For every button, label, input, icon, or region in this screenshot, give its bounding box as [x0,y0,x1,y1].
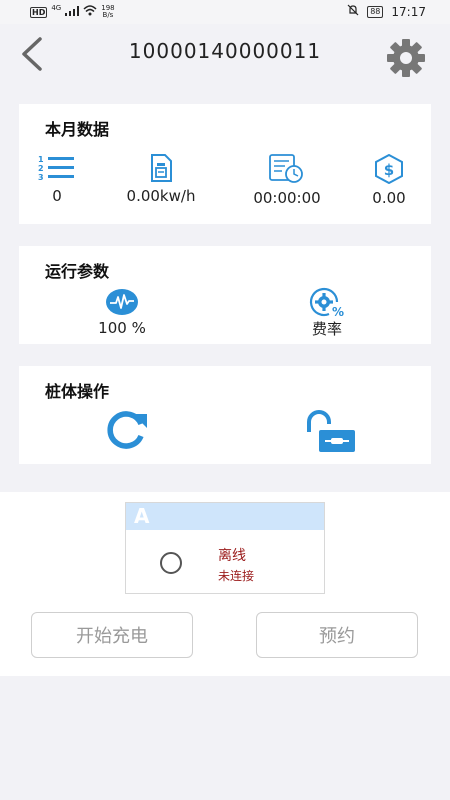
net-speed: 198 B/s [101,5,114,19]
svg-text:$: $ [384,161,394,179]
clock-document-icon [269,154,303,183]
clock: 17:17 [391,4,426,19]
amount-stat: $ 0.00 [329,154,449,207]
svg-text:3: 3 [38,173,44,182]
restart-button[interactable] [103,410,149,450]
pile-ops-title: 桩体操作 [45,382,110,401]
svg-text:%: % [332,305,344,318]
svg-text:1: 1 [38,155,44,164]
document-icon [151,154,172,182]
svg-text:2: 2 [38,164,44,173]
net-type-label: 4G [51,4,62,12]
unlock-icon [307,410,355,452]
run-params-title: 运行参数 [45,262,110,281]
hd-icon: HD [30,6,48,18]
dollar-shield-icon: $ [375,154,403,184]
gun-state: 离线 [218,548,246,564]
numbered-list-icon: 1 2 3 [38,155,74,182]
rate-param[interactable]: % 费率 [267,286,387,339]
amount-value: 0.00 [372,189,406,207]
month-data-card: 本月数据 1 2 3 0 0.00kw/h 00:00:00 $ 0.00 [19,104,431,224]
gun-card[interactable]: A 离线 未连接 [125,502,325,594]
charge-count-value: 0 [52,187,62,205]
page-title: 10000140000011 [128,39,322,63]
run-params-card: 运行参数 100 % % 费率 [19,246,431,344]
pile-ops-card: 桩体操作 [19,366,431,464]
wifi-icon [83,5,97,19]
energy-value: 0.00kw/h [126,187,196,205]
power-percent-value: 100 % [98,319,146,337]
gun-select-radio[interactable] [160,552,182,574]
gear-icon [387,39,425,77]
rate-label: 费率 [311,320,342,338]
net-speed-unit: B/s [102,11,114,19]
energy-stat: 0.00kw/h [101,154,221,205]
settings-button[interactable] [386,38,426,78]
power-wave-icon [106,289,138,315]
signal-icon [65,5,80,19]
mute-icon [347,4,359,19]
battery-indicator: 88 [367,5,384,18]
month-data-title: 本月数据 [45,120,110,139]
start-charging-button[interactable]: 开始充电 [31,612,193,658]
unlock-button[interactable] [303,410,359,454]
gun-sub-state: 未连接 [218,569,255,583]
power-param[interactable]: 100 % [62,288,182,337]
header: 10000140000011 [0,24,450,84]
reserve-button[interactable]: 预约 [256,612,418,658]
status-bar: HD 4G 198 B/s 88 17:17 [0,0,450,24]
gear-percent-icon: % [309,287,344,318]
refresh-icon [107,411,147,449]
gun-name: A [126,503,324,530]
charge-count-stat: 1 2 3 0 [0,154,117,205]
